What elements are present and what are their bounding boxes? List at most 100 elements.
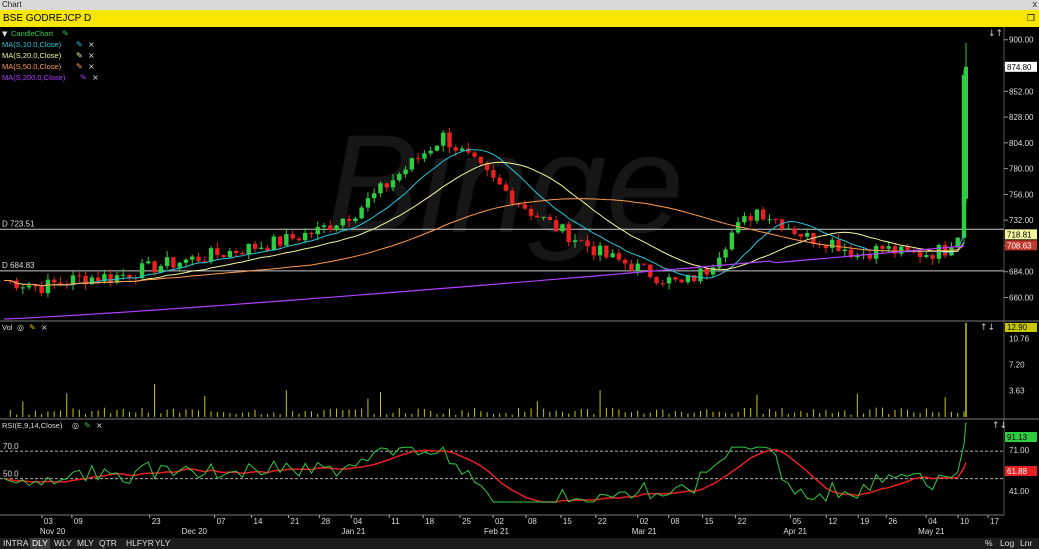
- x-month-label: Mar 21: [632, 527, 657, 536]
- candle-body: [616, 253, 622, 260]
- candle-body: [346, 218, 352, 221]
- candle-body: [252, 243, 258, 249]
- x-tick-label: 28: [321, 517, 330, 526]
- candle-body: [20, 287, 26, 289]
- period-dly[interactable]: DLY: [30, 538, 50, 549]
- candle-body: [121, 274, 126, 276]
- pencil-icon[interactable]: ✎: [80, 73, 87, 82]
- x-tick-label: 04: [928, 517, 937, 526]
- log-scale-toggle[interactable]: Log: [1000, 538, 1014, 549]
- horizontal-line-label: D 684.83: [2, 261, 35, 270]
- candle-body: [146, 261, 151, 264]
- candle-body: [359, 207, 364, 219]
- x-month-label: May 21: [918, 527, 945, 536]
- candle-body: [14, 280, 19, 289]
- candle-body: [541, 216, 546, 218]
- x-tick-label: 23: [152, 517, 161, 526]
- candle-body: [635, 263, 640, 271]
- candle-body: [290, 234, 295, 239]
- pencil-icon[interactable]: ✎: [84, 421, 91, 430]
- percent-scale-toggle[interactable]: %: [985, 538, 993, 549]
- candle-body: [390, 180, 396, 188]
- pencil-icon[interactable]: ✎: [76, 51, 83, 60]
- period-wly[interactable]: WLY: [54, 538, 72, 549]
- close-icon[interactable]: ×: [96, 421, 103, 430]
- close-icon[interactable]: ×: [92, 73, 99, 82]
- close-icon[interactable]: ×: [88, 51, 95, 60]
- x-tick-label: 15: [563, 517, 572, 526]
- window-title: Chart: [2, 0, 22, 9]
- pan-arrows-icon[interactable]: ↑↓: [992, 421, 1007, 431]
- legend-label: MA(S,20.0,Close): [2, 51, 62, 60]
- candle-body: [792, 228, 797, 234]
- candle-body: [164, 257, 170, 267]
- pan-arrows-icon[interactable]: ↑↓: [980, 323, 995, 333]
- period-yly[interactable]: YLY: [155, 538, 170, 549]
- x-tick-label: 21: [290, 517, 299, 526]
- eye-icon[interactable]: ◎: [72, 421, 79, 430]
- candle-body: [761, 209, 766, 220]
- candle-body: [365, 198, 371, 208]
- candle-body: [284, 234, 289, 246]
- candle-body: [964, 66, 968, 199]
- x-tick-label: 12: [828, 517, 837, 526]
- pencil-icon[interactable]: ✎: [76, 40, 83, 49]
- window-close-button[interactable]: x: [1033, 0, 1038, 9]
- x-tick-label: 26: [888, 517, 897, 526]
- candle-body: [447, 132, 452, 148]
- candle-body: [265, 247, 270, 251]
- x-tick-label: 02: [640, 517, 649, 526]
- restore-icon[interactable]: ❐: [1027, 10, 1035, 27]
- close-icon[interactable]: ×: [88, 40, 95, 49]
- period-qtr[interactable]: QTR: [99, 538, 117, 549]
- period-hlfyr[interactable]: HLFYR: [126, 538, 154, 549]
- candle-body: [70, 275, 76, 285]
- x-tick-label: 11: [391, 517, 400, 526]
- y-tick-label: 10.76: [1009, 335, 1030, 344]
- candle-body: [353, 218, 358, 221]
- x-tick-label: 08: [528, 517, 537, 526]
- candle-body: [177, 262, 182, 268]
- candle-body: [33, 285, 38, 287]
- x-tick-label: 09: [74, 517, 83, 526]
- legend-label: MA(S,10.0,Close): [2, 40, 62, 49]
- rsi-tag-label: 91.13: [1007, 433, 1028, 442]
- y-tick-label: 828.00: [1009, 113, 1034, 122]
- y-tick-label: 71.00: [1009, 446, 1030, 455]
- period-mly[interactable]: MLY: [77, 538, 94, 549]
- candle-body: [880, 245, 885, 249]
- eye-icon[interactable]: ◎: [17, 323, 24, 332]
- rsi-level-label: 50.0: [3, 470, 19, 479]
- candle-body: [472, 152, 477, 157]
- y-tick-label: 732.00: [1009, 216, 1034, 225]
- price-tag-label: 718.81: [1007, 230, 1032, 239]
- candle-body: [422, 153, 427, 159]
- pencil-icon[interactable]: ✎: [76, 62, 83, 71]
- close-icon[interactable]: ×: [88, 62, 95, 71]
- candle-body: [610, 253, 615, 258]
- candle-body: [309, 232, 314, 235]
- candle-body: [227, 250, 233, 257]
- candle-body: [459, 148, 465, 151]
- pan-arrows-icon[interactable]: ↓↑: [988, 29, 1003, 39]
- candle-body: [321, 225, 327, 228]
- candle-body: [804, 233, 810, 237]
- x-month-label: Feb 21: [484, 527, 509, 536]
- candle-body: [591, 246, 596, 256]
- candle-body: [415, 158, 421, 160]
- x-month-label: Nov 20: [40, 527, 66, 536]
- collapse-triangle-icon[interactable]: ▼: [2, 30, 8, 38]
- candle-body: [95, 277, 101, 282]
- candle-body: [547, 216, 553, 221]
- x-tick-label: 08: [671, 517, 680, 526]
- y-tick-label: 852.00: [1009, 87, 1034, 96]
- close-icon[interactable]: ×: [41, 323, 48, 332]
- candle-body: [208, 248, 214, 262]
- candle-body: [403, 169, 408, 175]
- period-intra[interactable]: INTRA: [3, 538, 29, 549]
- linear-scale-toggle[interactable]: Lnr: [1020, 538, 1032, 549]
- pencil-icon[interactable]: ✎: [62, 29, 69, 38]
- y-tick-label: 756.00: [1009, 190, 1034, 199]
- chart-area[interactable]: Binge 900.00876.00852.00828.00804.00780.…: [0, 27, 1039, 538]
- pencil-icon[interactable]: ✎: [29, 323, 36, 332]
